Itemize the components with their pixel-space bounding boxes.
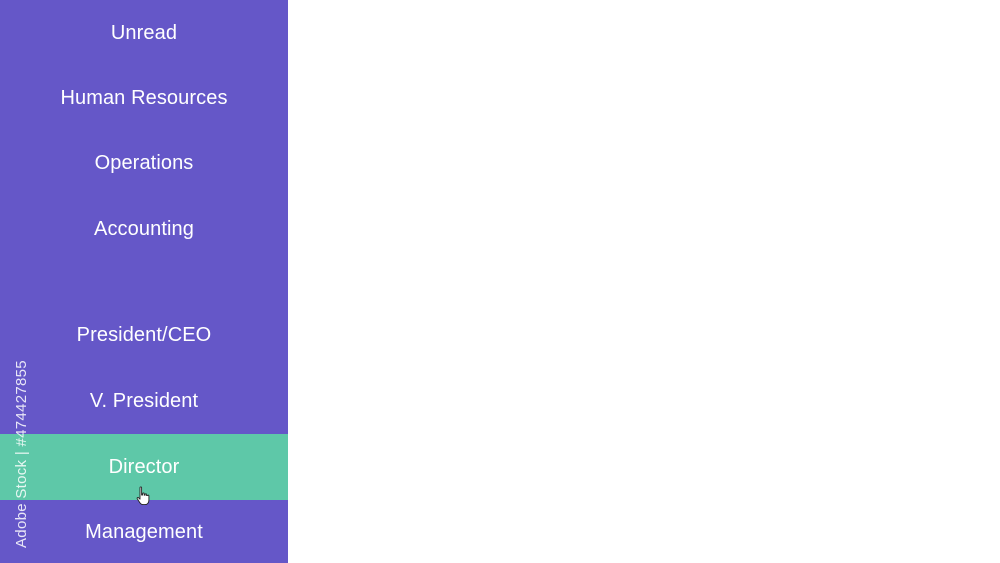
sidebar-item-accounting[interactable]: Accounting xyxy=(0,196,288,262)
sidebar-item-unread[interactable]: Unread xyxy=(0,0,288,66)
sidebar-item-label: Director xyxy=(108,455,180,478)
sidebar-item-label: V. President xyxy=(89,389,199,412)
sidebar-item-management[interactable]: Management xyxy=(0,499,288,563)
app-window: Unread Human Resources Operations Accoun… xyxy=(0,0,1000,563)
main-content-area xyxy=(288,0,1000,563)
sidebar-item-label: Unread xyxy=(110,21,178,44)
sidebar-item-vice-president[interactable]: V. President xyxy=(0,368,288,434)
sidebar-item-label: President/CEO xyxy=(76,323,212,346)
sidebar-item-operations[interactable]: Operations xyxy=(0,130,288,196)
sidebar-item-president-ceo[interactable]: President/CEO xyxy=(0,302,288,368)
sidebar: Unread Human Resources Operations Accoun… xyxy=(0,0,288,563)
sidebar-item-label: Human Resources xyxy=(60,86,228,109)
stock-watermark: Adobe Stock | #474427855 xyxy=(13,360,30,548)
hand-pointer-icon xyxy=(136,486,150,506)
sidebar-item-label: Operations xyxy=(94,151,194,174)
sidebar-item-label: Accounting xyxy=(94,217,194,240)
sidebar-item-human-resources[interactable]: Human Resources xyxy=(0,65,288,131)
sidebar-item-label: Management xyxy=(85,520,203,543)
